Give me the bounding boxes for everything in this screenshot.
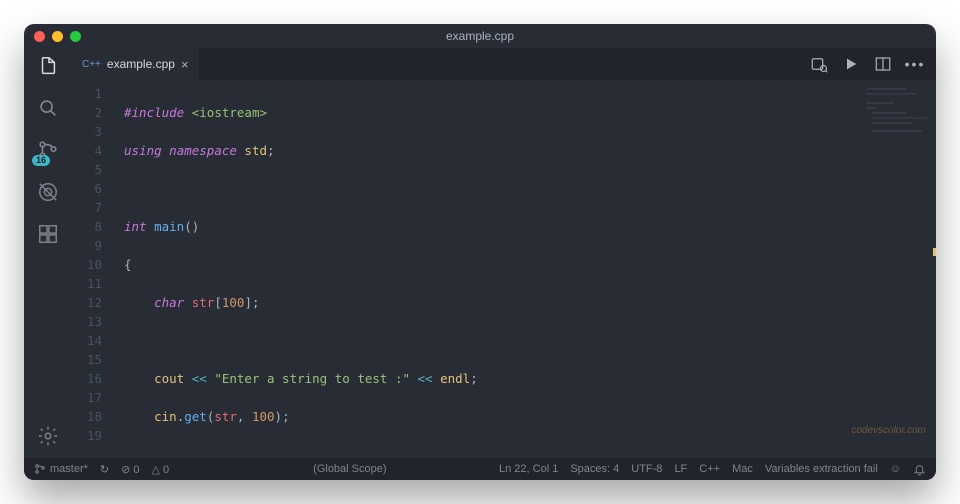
- line-number: 3: [72, 122, 102, 141]
- more-icon[interactable]: •••: [906, 55, 924, 73]
- tab-title: example.cpp: [107, 57, 175, 71]
- line-number: 10: [72, 255, 102, 274]
- run-icon[interactable]: [842, 55, 860, 73]
- code-editor[interactable]: 1 2 3 4 5 6 7 8 9 10 11 12 13 14 15 16 1: [72, 80, 936, 458]
- line-number: 14: [72, 331, 102, 350]
- line-number: 13: [72, 312, 102, 331]
- status-language[interactable]: C++: [699, 463, 720, 475]
- gear-icon[interactable]: [36, 424, 60, 448]
- line-number: 16: [72, 369, 102, 388]
- line-number: 2: [72, 103, 102, 122]
- line-number: 19: [72, 426, 102, 445]
- status-eol[interactable]: LF: [674, 463, 687, 475]
- tab-language-badge: C++: [82, 59, 101, 70]
- line-number: 1: [72, 84, 102, 103]
- split-editor-icon[interactable]: [874, 55, 892, 73]
- line-number: 11: [72, 274, 102, 293]
- line-number: 6: [72, 179, 102, 198]
- tab-example-cpp[interactable]: C++ example.cpp ×: [72, 48, 199, 80]
- line-number: 18: [72, 407, 102, 426]
- watermark: codevscolor.com: [851, 425, 926, 436]
- status-message[interactable]: Variables extraction fail: [765, 463, 878, 475]
- editor-area: C++ example.cpp × •••: [72, 48, 936, 458]
- status-sync[interactable]: ↻: [100, 463, 109, 476]
- close-window-button[interactable]: [34, 31, 45, 42]
- line-number: 8: [72, 217, 102, 236]
- editor-window: example.cpp 16: [24, 24, 936, 480]
- overview-ruler-mark: [933, 248, 936, 256]
- explorer-icon[interactable]: [36, 54, 60, 78]
- title-bar: example.cpp: [24, 24, 936, 48]
- minimize-window-button[interactable]: [52, 31, 63, 42]
- line-gutter: 1 2 3 4 5 6 7 8 9 10 11 12 13 14 15 16 1: [72, 80, 116, 458]
- search-icon[interactable]: [36, 96, 60, 120]
- status-os[interactable]: Mac: [732, 463, 753, 475]
- line-number: 5: [72, 160, 102, 179]
- tab-close-icon[interactable]: ×: [181, 57, 189, 72]
- status-encoding[interactable]: UTF-8: [631, 463, 662, 475]
- window-title: example.cpp: [24, 29, 936, 43]
- debug-icon[interactable]: [36, 180, 60, 204]
- line-number: 17: [72, 388, 102, 407]
- source-control-icon[interactable]: 16: [36, 138, 60, 162]
- window-controls: [34, 31, 81, 42]
- line-number: 4: [72, 141, 102, 160]
- line-number: 9: [72, 236, 102, 255]
- bell-icon[interactable]: [913, 463, 926, 476]
- tab-bar: C++ example.cpp × •••: [72, 48, 936, 80]
- line-number: 12: [72, 293, 102, 312]
- status-warnings[interactable]: △ 0: [152, 463, 170, 476]
- status-position[interactable]: Ln 22, Col 1: [499, 463, 558, 475]
- editor-body: 16 C++ example.cpp ×: [24, 48, 936, 458]
- status-branch[interactable]: master*: [34, 463, 88, 475]
- status-errors[interactable]: ⊘ 0: [121, 463, 139, 476]
- extensions-icon[interactable]: [36, 222, 60, 246]
- line-number: 7: [72, 198, 102, 217]
- scm-badge: 16: [32, 155, 50, 166]
- editor-actions: •••: [810, 48, 936, 80]
- go-to-icon[interactable]: [810, 55, 828, 73]
- status-spaces[interactable]: Spaces: 4: [570, 463, 619, 475]
- status-feedback-icon[interactable]: ☺: [890, 463, 901, 475]
- status-scope[interactable]: (Global Scope): [313, 463, 386, 475]
- status-bar: master* ↻ ⊘ 0 △ 0 (Global Scope) Ln 22, …: [24, 458, 936, 480]
- activity-bar: 16: [24, 48, 72, 458]
- line-number: 15: [72, 350, 102, 369]
- maximize-window-button[interactable]: [70, 31, 81, 42]
- code-content[interactable]: #include <iostream> using namespace std;…: [116, 80, 583, 458]
